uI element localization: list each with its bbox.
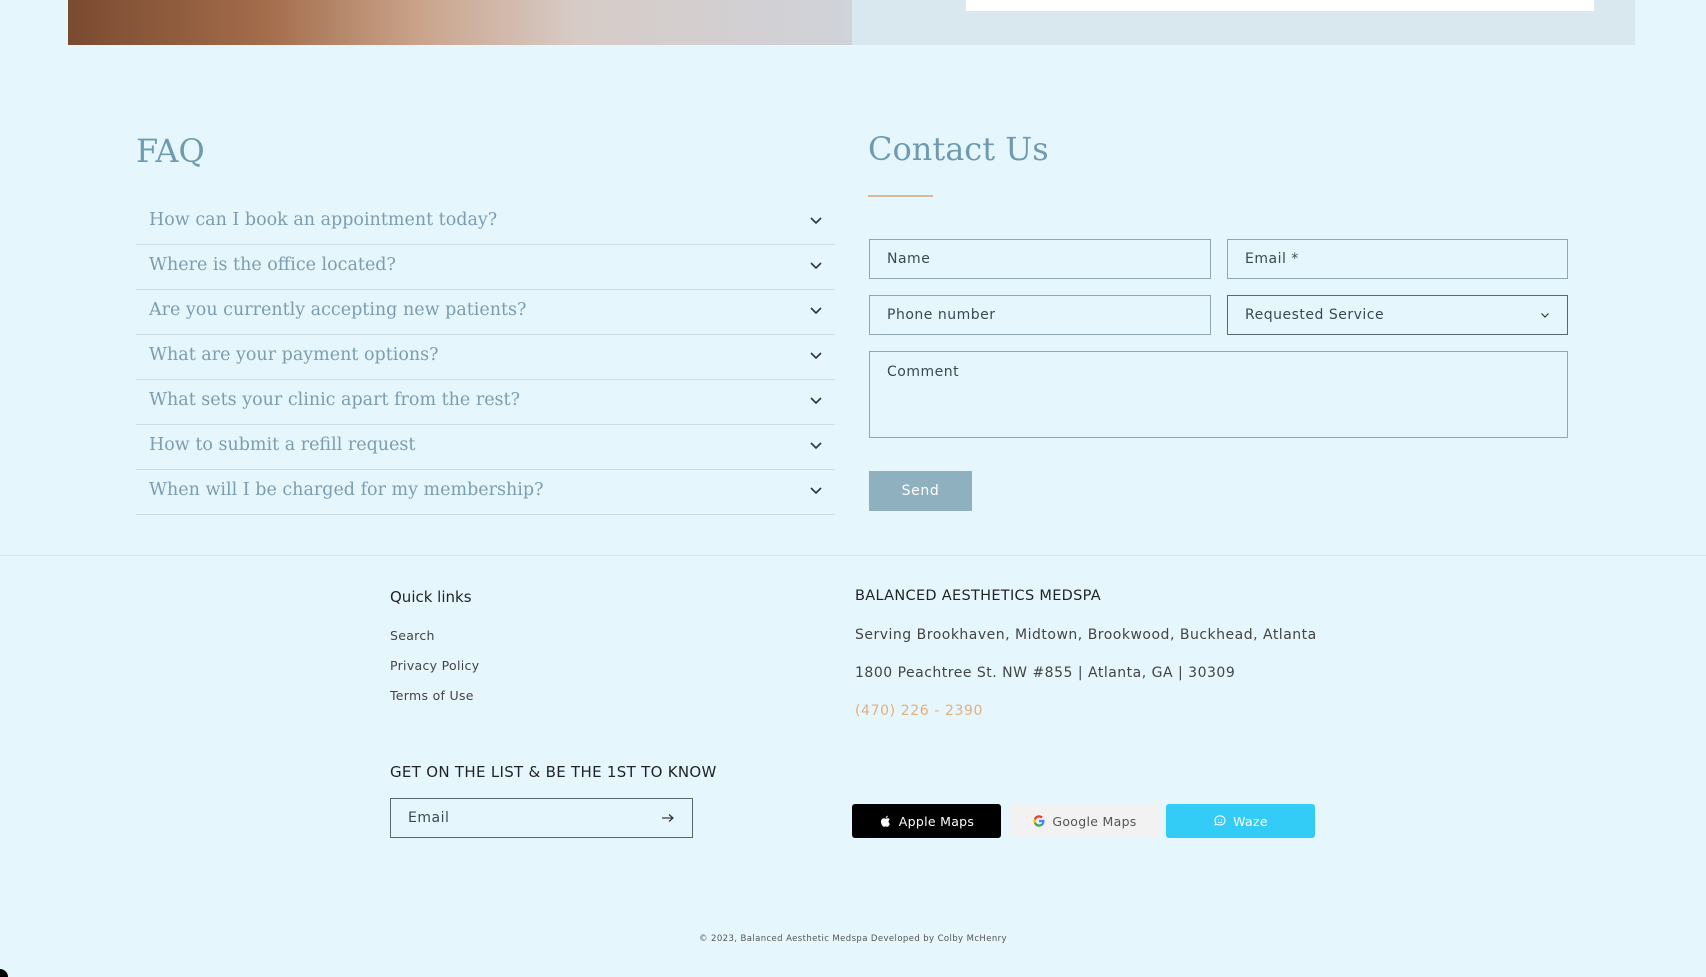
footer-divider xyxy=(0,555,1706,556)
faq-title: FAQ xyxy=(136,132,205,170)
waze-icon xyxy=(1214,815,1226,826)
phone-field[interactable]: Phone number xyxy=(869,295,1211,335)
faq-question: What are your payment options? xyxy=(149,345,439,365)
faq-item[interactable]: What are your payment options? xyxy=(136,335,835,380)
faq-item[interactable]: Are you currently accepting new patients… xyxy=(136,290,835,335)
newsletter-email-input[interactable]: Email xyxy=(390,798,693,838)
footer-link-terms-of-use[interactable]: Terms of Use xyxy=(390,688,474,703)
apple-icon xyxy=(880,815,890,827)
faq-item[interactable]: How to submit a refill request xyxy=(136,425,835,470)
email-field[interactable]: Email * xyxy=(1227,239,1568,279)
phone-placeholder: Phone number xyxy=(887,307,996,323)
faq-item[interactable]: Where is the office located? xyxy=(136,245,835,290)
chevron-down-icon xyxy=(1541,312,1549,318)
address: 1800 Peachtree St. NW #855 | Atlanta, GA… xyxy=(855,665,1236,681)
faq-question: How to submit a refill request xyxy=(149,435,416,455)
chevron-down-icon xyxy=(810,442,822,450)
chevron-down-icon xyxy=(810,397,822,405)
hero-panel xyxy=(852,0,1635,45)
phone-link[interactable]: (470) 226 - 2390 xyxy=(855,703,983,719)
waze-button[interactable]: Waze xyxy=(1166,804,1315,838)
faq-list: How can I book an appointment today? Whe… xyxy=(136,200,835,515)
footer-link-privacy-policy[interactable]: Privacy Policy xyxy=(390,658,479,673)
chevron-down-icon xyxy=(810,217,822,225)
window-corner xyxy=(0,969,8,977)
hero-image xyxy=(68,0,852,45)
google-icon xyxy=(1033,815,1045,827)
contact-title: Contact Us xyxy=(868,130,1049,168)
name-field[interactable]: Name xyxy=(869,239,1211,279)
chevron-down-icon xyxy=(810,487,822,495)
waze-label: Waze xyxy=(1233,813,1268,829)
chevron-down-icon xyxy=(810,352,822,360)
faq-item[interactable]: When will I be charged for my membership… xyxy=(136,470,835,515)
send-button[interactable]: Send xyxy=(869,471,972,511)
name-placeholder: Name xyxy=(887,251,931,267)
faq-item[interactable]: What sets your clinic apart from the res… xyxy=(136,380,835,425)
service-area: Serving Brookhaven, Midtown, Brookwood, … xyxy=(855,627,1317,643)
comment-field[interactable]: Comment xyxy=(869,351,1568,438)
comment-placeholder: Comment xyxy=(887,364,960,380)
apple-maps-button[interactable]: Apple Maps xyxy=(852,804,1001,838)
copyright: © 2023, Balanced Aesthetic Medspa Develo… xyxy=(699,934,1007,944)
newsletter-title: GET ON THE LIST & BE THE 1ST TO KNOW xyxy=(390,763,717,781)
hero-card xyxy=(966,0,1594,11)
footer-link-search[interactable]: Search xyxy=(390,628,435,643)
faq-question: How can I book an appointment today? xyxy=(149,210,498,230)
faq-item[interactable]: How can I book an appointment today? xyxy=(136,200,835,245)
title-underline xyxy=(868,195,933,197)
faq-question: Where is the office located? xyxy=(149,255,396,275)
faq-question: Are you currently accepting new patients… xyxy=(149,300,527,320)
faq-question: When will I be charged for my membership… xyxy=(149,480,544,500)
hero-strip xyxy=(68,0,1635,45)
newsletter-placeholder: Email xyxy=(408,810,450,826)
apple-maps-label: Apple Maps xyxy=(898,813,975,829)
google-maps-label: Google Maps xyxy=(1052,813,1137,829)
service-select[interactable]: Requested Service xyxy=(1227,295,1568,335)
chevron-down-icon xyxy=(810,307,822,315)
arrow-right-icon[interactable] xyxy=(661,813,675,823)
business-name: BALANCED AESTHETICS MEDSPA xyxy=(855,588,1101,604)
service-selected-value: Requested Service xyxy=(1245,307,1385,323)
google-maps-button[interactable]: Google Maps xyxy=(1010,804,1159,838)
quick-links-title: Quick links xyxy=(390,588,472,606)
chevron-down-icon xyxy=(810,262,822,270)
faq-question: What sets your clinic apart from the res… xyxy=(149,390,520,410)
email-placeholder: Email * xyxy=(1245,251,1299,267)
